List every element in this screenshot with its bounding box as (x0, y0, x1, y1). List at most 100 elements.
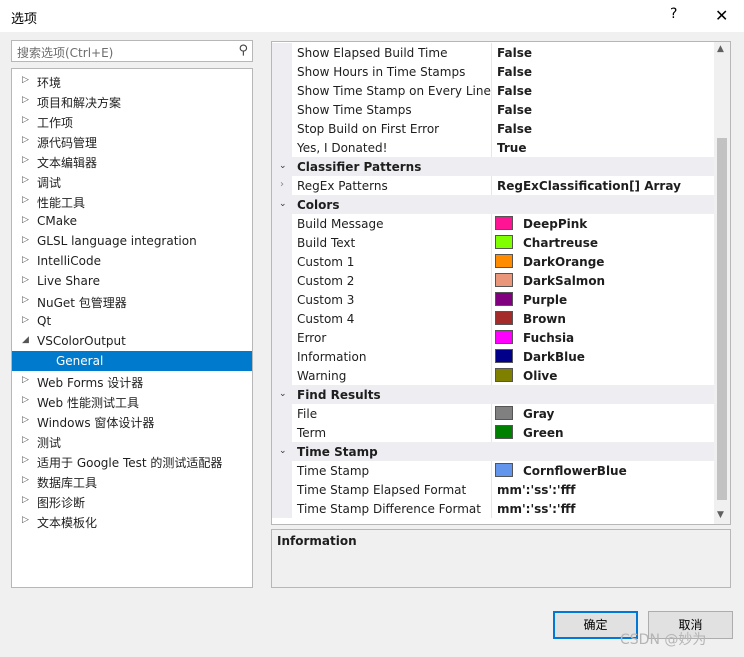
tree-item[interactable]: ▷ 工作项 (12, 111, 252, 131)
tree-item[interactable]: ▷ 适用于 Google Test 的测试适配器 (12, 451, 252, 471)
grid-row[interactable]: Yes, I Donated! True (272, 138, 714, 157)
grid-row[interactable]: Time Stamp Elapsed Format mm':'ss':'fff (272, 480, 714, 499)
property-value[interactable]: mm':'ss':'fff (497, 502, 576, 516)
collapsed-arrow-icon[interactable]: ▷ (22, 375, 29, 385)
tree-item[interactable]: General (12, 351, 252, 371)
tree-item[interactable]: ▷ Windows 窗体设计器 (12, 411, 252, 431)
tree-item[interactable]: ▷ Live Share (12, 271, 252, 291)
color-swatch[interactable] (495, 425, 513, 439)
grid-row[interactable]: Error Fuchsia (272, 328, 714, 347)
vertical-scrollbar[interactable]: ▲ ▼ (714, 42, 730, 524)
property-value[interactable]: DarkSalmon (523, 274, 605, 288)
grid-row[interactable]: Build Text Chartreuse (272, 233, 714, 252)
color-swatch[interactable] (495, 216, 513, 230)
tree-item[interactable]: ▷ NuGet 包管理器 (12, 291, 252, 311)
property-value[interactable]: Fuchsia (523, 331, 574, 345)
property-value[interactable]: Brown (523, 312, 566, 326)
collapsed-arrow-icon[interactable]: ▷ (22, 495, 29, 505)
grid-row[interactable]: Show Hours in Time Stamps False (272, 62, 714, 81)
collapsed-arrow-icon[interactable]: ▷ (22, 215, 29, 225)
grid-row[interactable]: Custom 2 DarkSalmon (272, 271, 714, 290)
collapse-chevron-icon[interactable]: ⌄ (279, 446, 287, 456)
grid-row[interactable]: Stop Build on First Error False (272, 119, 714, 138)
collapsed-arrow-icon[interactable]: ▷ (22, 235, 29, 245)
grid-category[interactable]: ⌄ Time Stamp (272, 442, 714, 461)
grid-row[interactable]: Custom 4 Brown (272, 309, 714, 328)
scrollbar-thumb[interactable] (717, 138, 727, 500)
grid-row[interactable]: Build Message DeepPink (272, 214, 714, 233)
expand-chevron-icon[interactable]: › (280, 179, 284, 190)
expanded-arrow-icon[interactable]: ◢ (22, 335, 29, 345)
scroll-up-icon[interactable]: ▲ (717, 44, 724, 54)
property-value[interactable]: False (497, 65, 532, 79)
grid-row[interactable]: Custom 1 DarkOrange (272, 252, 714, 271)
property-value[interactable]: False (497, 46, 532, 60)
grid-row[interactable]: Time Stamp Difference Format mm':'ss':'ff… (272, 499, 714, 518)
collapse-chevron-icon[interactable]: ⌄ (279, 389, 287, 399)
property-value[interactable]: Purple (523, 293, 567, 307)
tree-item[interactable]: ▷ Qt (12, 311, 252, 331)
tree-item[interactable]: ▷ 性能工具 (12, 191, 252, 211)
collapsed-arrow-icon[interactable]: ▷ (22, 195, 29, 205)
color-swatch[interactable] (495, 330, 513, 344)
color-swatch[interactable] (495, 311, 513, 325)
tree-item[interactable]: ▷ 图形诊断 (12, 491, 252, 511)
tree-item[interactable]: ▷ 项目和解决方案 (12, 91, 252, 111)
tree-item[interactable]: ▷ 文本编辑器 (12, 151, 252, 171)
color-swatch[interactable] (495, 292, 513, 306)
property-value[interactable]: False (497, 84, 532, 98)
tree-item[interactable]: ▷ Web Forms 设计器 (12, 371, 252, 391)
collapsed-arrow-icon[interactable]: ▷ (22, 275, 29, 285)
collapsed-arrow-icon[interactable]: ▷ (22, 415, 29, 425)
collapsed-arrow-icon[interactable]: ▷ (22, 135, 29, 145)
grid-row[interactable]: Time Stamp CornflowerBlue (272, 461, 714, 480)
collapsed-arrow-icon[interactable]: ▷ (22, 515, 29, 525)
color-swatch[interactable] (495, 406, 513, 420)
close-icon[interactable]: ✕ (715, 6, 728, 25)
property-value[interactable]: mm':'ss':'fff (497, 483, 576, 497)
grid-row[interactable]: Show Time Stamp on Every Line False (272, 81, 714, 100)
collapsed-arrow-icon[interactable]: ▷ (22, 155, 29, 165)
property-value[interactable]: Gray (523, 407, 554, 421)
collapsed-arrow-icon[interactable]: ▷ (22, 95, 29, 105)
tree-item[interactable]: ▷ 文本模板化 (12, 511, 252, 531)
grid-row[interactable]: Custom 3 Purple (272, 290, 714, 309)
tree-item[interactable]: ▷ Web 性能测试工具 (12, 391, 252, 411)
grid-category[interactable]: ⌄ Colors (272, 195, 714, 214)
property-value[interactable]: DeepPink (523, 217, 587, 231)
property-value[interactable]: Green (523, 426, 564, 440)
color-swatch[interactable] (495, 368, 513, 382)
grid-row[interactable]: Term Green (272, 423, 714, 442)
property-value[interactable]: Olive (523, 369, 557, 383)
collapsed-arrow-icon[interactable]: ▷ (22, 395, 29, 405)
grid-category[interactable]: ⌄ Classifier Patterns (272, 157, 714, 176)
color-swatch[interactable] (495, 349, 513, 363)
tree-item[interactable]: ▷ IntelliCode (12, 251, 252, 271)
color-swatch[interactable] (495, 273, 513, 287)
collapsed-arrow-icon[interactable]: ▷ (22, 75, 29, 85)
collapsed-arrow-icon[interactable]: ▷ (22, 475, 29, 485)
color-swatch[interactable] (495, 254, 513, 268)
property-value[interactable]: RegExClassification[] Array (497, 179, 681, 193)
collapsed-arrow-icon[interactable]: ▷ (22, 175, 29, 185)
scroll-down-icon[interactable]: ▼ (717, 510, 724, 520)
property-value[interactable]: DarkBlue (523, 350, 585, 364)
property-value[interactable]: False (497, 122, 532, 136)
grid-row[interactable]: File Gray (272, 404, 714, 423)
tree-item[interactable]: ◢ VSColorOutput (12, 331, 252, 351)
collapse-chevron-icon[interactable]: ⌄ (279, 199, 287, 209)
collapsed-arrow-icon[interactable]: ▷ (22, 435, 29, 445)
tree-item[interactable]: ▷ GLSL language integration (12, 231, 252, 251)
tree-item[interactable]: ▷ 数据库工具 (12, 471, 252, 491)
tree-item[interactable]: ▷ 测试 (12, 431, 252, 451)
tree-item[interactable]: ▷ 源代码管理 (12, 131, 252, 151)
collapsed-arrow-icon[interactable]: ▷ (22, 255, 29, 265)
search-icon[interactable]: ⚲ (238, 43, 248, 58)
property-value[interactable]: True (497, 141, 526, 155)
search-input[interactable]: 搜索选项(Ctrl+E) ⚲ (11, 40, 253, 62)
grid-row[interactable]: Warning Olive (272, 366, 714, 385)
collapse-chevron-icon[interactable]: ⌄ (279, 161, 287, 171)
collapsed-arrow-icon[interactable]: ▷ (22, 455, 29, 465)
grid-category[interactable]: ⌄ Find Results (272, 385, 714, 404)
grid-row[interactable]: › RegEx Patterns RegExClassification[] Arr… (272, 176, 714, 195)
